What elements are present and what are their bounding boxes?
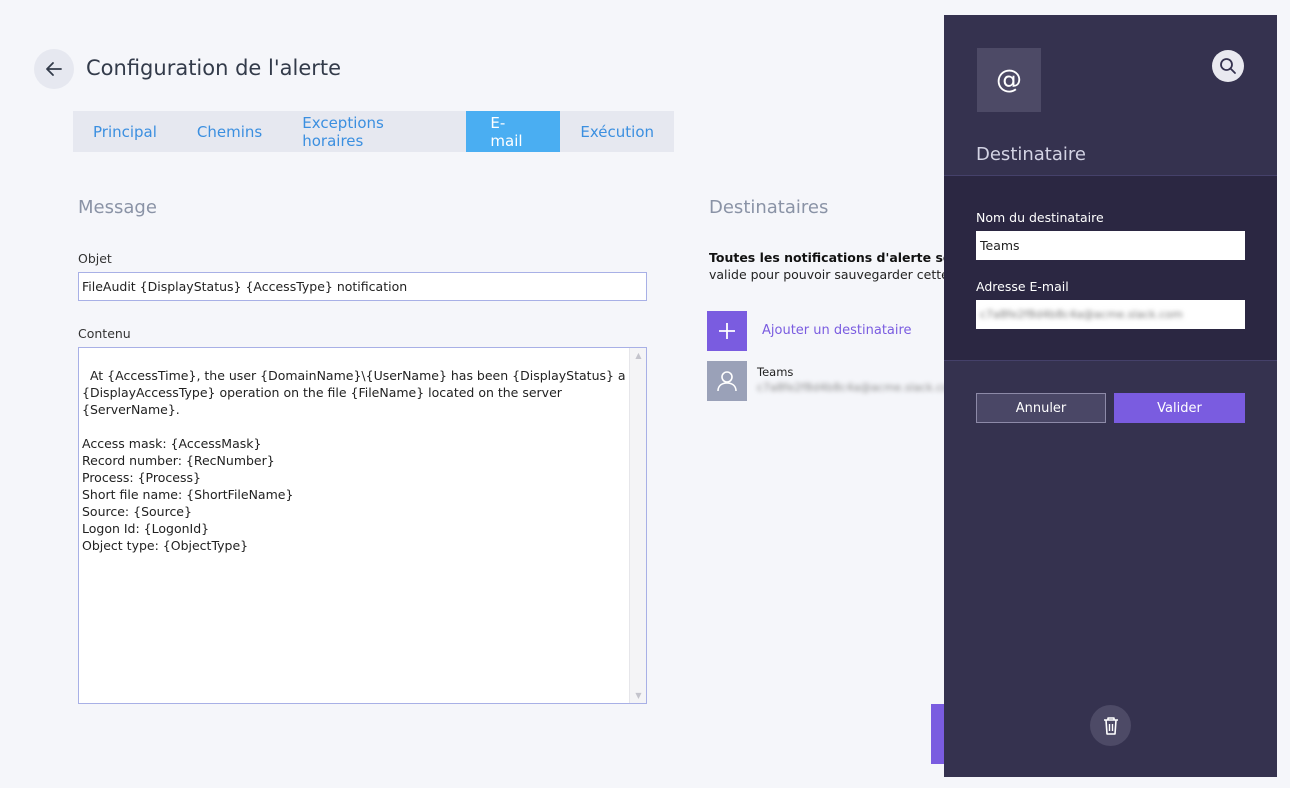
page-title: Configuration de l'alerte <box>86 56 342 80</box>
content-text: At {AccessTime}, the user {DomainName}\{… <box>82 368 626 553</box>
recipients-note: valide pour pouvoir sauvegarder cette a <box>709 267 961 282</box>
add-recipient-link[interactable]: Ajouter un destinataire <box>762 323 912 338</box>
recipient-email: c7a8fe2f8d4b8c4a@acme.slack.com <box>757 381 960 394</box>
recipient-form: Nom du destinataire Teams Adresse E-mail… <box>944 175 1277 361</box>
tab-principal[interactable]: Principal <box>73 111 177 152</box>
avatar <box>707 361 747 401</box>
trash-icon <box>1103 716 1118 735</box>
panel-title: Destinataire <box>976 144 1086 165</box>
message-heading: Message <box>78 197 157 218</box>
recipient-panel: @ Destinataire Nom du destinataire Teams… <box>944 15 1277 777</box>
tab-exceptions-horaires[interactable]: Exceptions horaires <box>282 111 466 152</box>
search-button[interactable] <box>1212 50 1244 82</box>
delete-button[interactable] <box>1090 705 1131 746</box>
content-scrollbar[interactable]: ▲ ▼ <box>629 348 646 703</box>
scroll-down-icon[interactable]: ▼ <box>630 688 647 703</box>
validate-button[interactable]: Valider <box>1114 393 1245 423</box>
tab-bar: Principal Chemins Exceptions horaires E-… <box>73 111 674 152</box>
recipient-name[interactable]: Teams <box>757 365 793 379</box>
search-icon <box>1220 58 1236 74</box>
tab-chemins[interactable]: Chemins <box>177 111 282 152</box>
content-textarea[interactable]: At {AccessTime}, the user {DomainName}\{… <box>78 347 647 704</box>
email-label: Adresse E-mail <box>976 279 1069 294</box>
cancel-button[interactable]: Annuler <box>976 393 1106 423</box>
email-input[interactable]: c7a8fe2f8d4b8c4a@acme.slack.com <box>976 300 1245 329</box>
subject-label: Objet <box>78 251 112 266</box>
user-icon <box>717 371 737 392</box>
back-button[interactable] <box>34 49 74 89</box>
subject-input[interactable]: FileAudit {DisplayStatus} {AccessType} n… <box>78 272 647 301</box>
recipients-note-bold: Toutes les notifications d'alerte sont e <box>709 250 980 265</box>
email-value: c7a8fe2f8d4b8c4a@acme.slack.com <box>980 308 1183 321</box>
at-icon: @ <box>977 48 1041 112</box>
name-input[interactable]: Teams <box>976 231 1245 260</box>
content-label: Contenu <box>78 326 131 341</box>
tab-email[interactable]: E-mail <box>466 111 561 152</box>
name-label: Nom du destinataire <box>976 210 1104 225</box>
tab-execution[interactable]: Exécution <box>560 111 674 152</box>
recipients-heading: Destinataires <box>709 197 829 218</box>
plus-icon <box>719 323 735 339</box>
add-recipient-button[interactable] <box>707 311 747 351</box>
arrow-left-icon <box>46 62 62 76</box>
scroll-up-icon[interactable]: ▲ <box>630 348 647 363</box>
